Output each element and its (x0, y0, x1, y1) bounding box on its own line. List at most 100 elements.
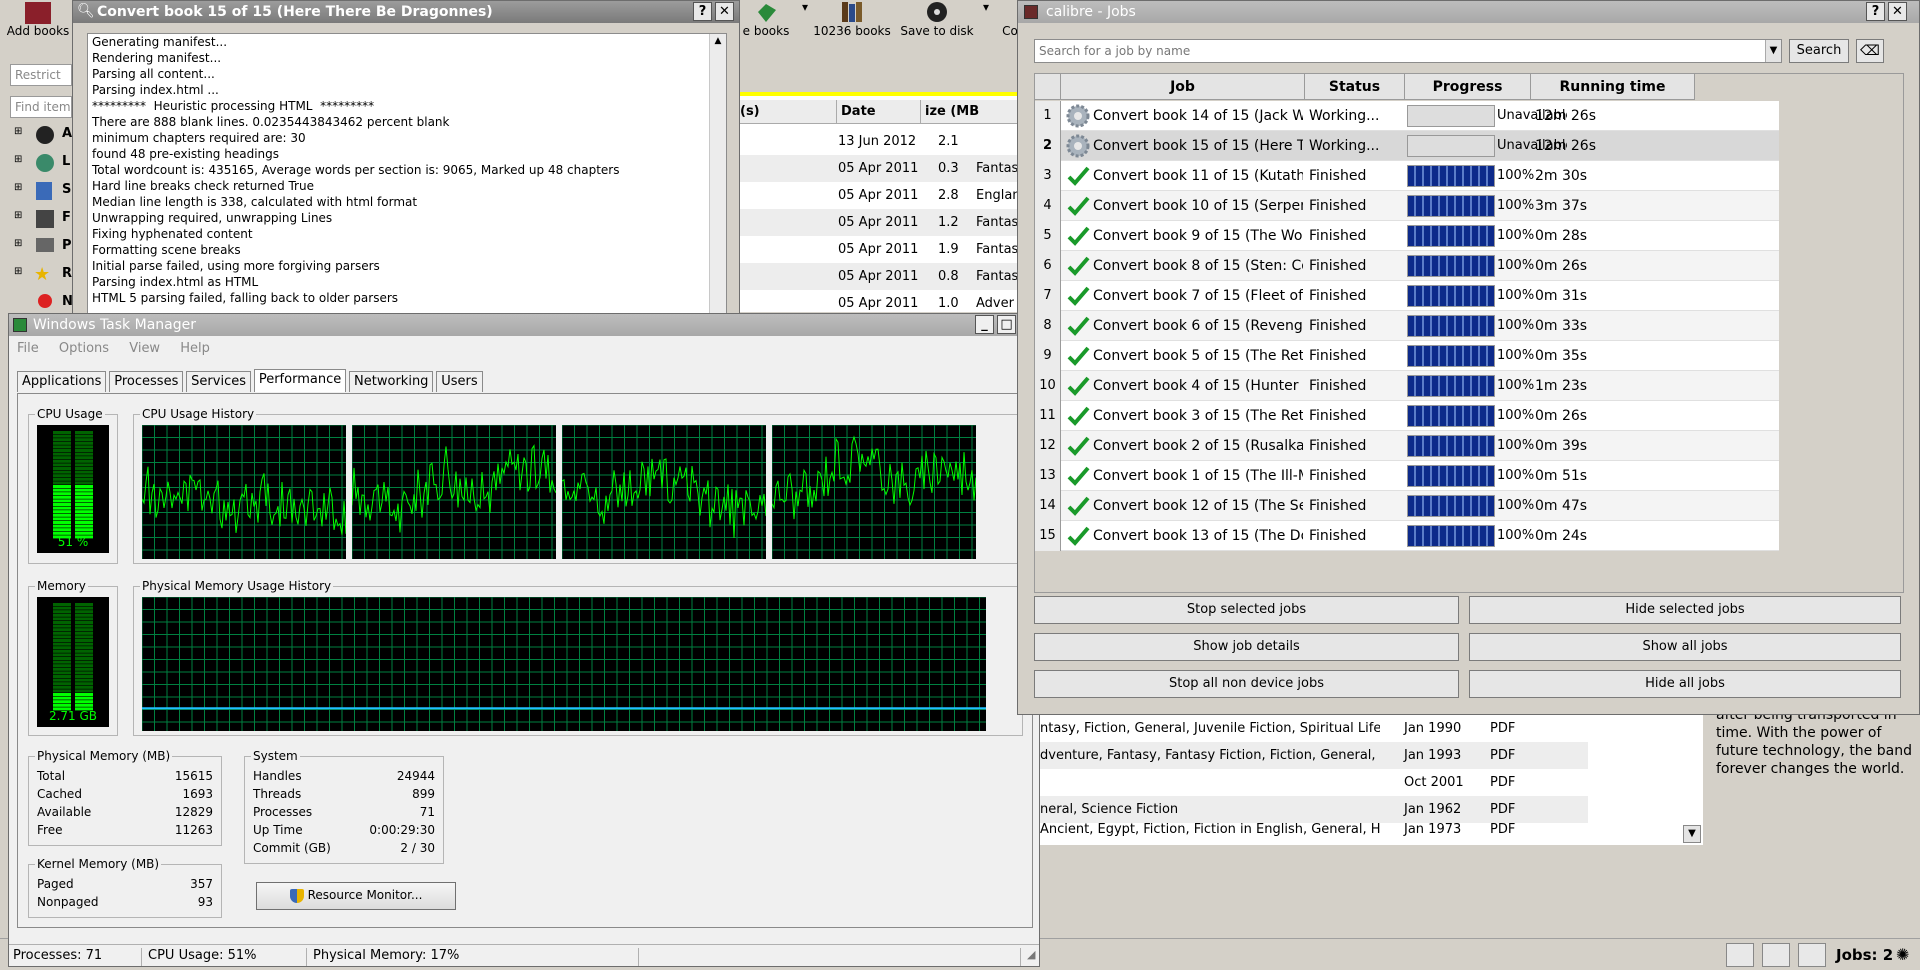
row-number[interactable]: 14 (1035, 491, 1061, 521)
row-number[interactable]: 5 (1035, 221, 1061, 251)
row-number[interactable]: 8 (1035, 311, 1061, 341)
book-details-icon[interactable] (1798, 943, 1826, 967)
tree-item-label[interactable]: F (62, 210, 71, 225)
tree-item-label[interactable]: R (62, 266, 72, 281)
view-books-button[interactable]: e books (740, 0, 792, 38)
show-job-details-button[interactable]: Show job details (1034, 633, 1459, 661)
table-row[interactable]: 05 Apr 2011 2.8 Englan (740, 182, 1021, 209)
tree-item-label[interactable]: S (62, 182, 71, 197)
add-books-button[interactable]: Add books (0, 0, 76, 38)
job-row[interactable]: 13 Convert book 1 of 15 (The Ill-Made Mut… (1035, 461, 1779, 491)
row-number[interactable]: 1 (1035, 101, 1061, 131)
job-row[interactable]: 12 Convert book 2 of 15 (Rusalka) Finished… (1035, 431, 1779, 461)
row-number[interactable]: 13 (1035, 461, 1061, 491)
row-number[interactable]: 2 (1035, 131, 1061, 161)
row-number[interactable]: 12 (1035, 431, 1061, 461)
tag-icon[interactable] (1726, 943, 1754, 967)
log-scrollbar[interactable]: ▲ (709, 34, 726, 318)
job-row[interactable]: 4 Convert book 10 of 15 (Serpent's Reach)… (1035, 191, 1779, 221)
scroll-down-icon[interactable]: ▼ (1683, 825, 1701, 843)
close-button[interactable]: ✕ (1888, 2, 1907, 21)
menu-options[interactable]: Options (51, 338, 117, 356)
row-number[interactable]: 6 (1035, 251, 1061, 281)
close-button[interactable]: ✕ (715, 2, 734, 21)
job-row[interactable]: 9 Convert book 5 of 15 (The Return of t..… (1035, 341, 1779, 371)
tab-networking[interactable]: Networking (349, 371, 434, 392)
tab-performance[interactable]: Performance (253, 369, 347, 392)
tree-expander-icon[interactable]: ⊞ (14, 126, 22, 137)
job-row[interactable]: 7 Convert book 7 of 15 (Fleet of the Dam.… (1035, 281, 1779, 311)
table-row[interactable]: Ancient, Egypt, Fiction, Fiction in Engl… (1040, 823, 1703, 837)
tab-users[interactable]: Users (436, 371, 483, 392)
row-number[interactable]: 7 (1035, 281, 1061, 311)
column-header-job[interactable]: Job (1061, 74, 1305, 100)
job-row[interactable]: 11 Convert book 3 of 15 (The Return of N.… (1035, 401, 1779, 431)
help-button[interactable]: ? (693, 2, 712, 21)
job-row[interactable]: 3 Convert book 11 of 15 (Kutath) Finished 1… (1035, 161, 1779, 191)
row-number[interactable]: 15 (1035, 521, 1061, 551)
table-row[interactable]: ntasy, Fiction, General, Juvenile Fictio… (1040, 715, 1703, 742)
log-output[interactable]: Generating manifest... Rendering manifest… (87, 33, 727, 319)
hide-all-jobs-button[interactable]: Hide all jobs (1469, 670, 1901, 698)
task-manager-titlebar[interactable]: Windows Task Manager (9, 314, 1039, 336)
maximize-button[interactable]: □ (997, 315, 1016, 334)
hide-selected-jobs-button[interactable]: Hide selected jobs (1469, 596, 1901, 624)
stop-non-device-jobs-button[interactable]: Stop all non device jobs (1034, 670, 1459, 698)
scroll-up-icon[interactable]: ▲ (712, 36, 724, 48)
tab-applications[interactable]: Applications (17, 371, 107, 392)
row-number[interactable]: 3 (1035, 161, 1061, 191)
jobs-count[interactable]: Jobs: 2 (1836, 946, 1893, 964)
tree-expander-icon[interactable]: ⊞ (14, 210, 22, 221)
save-dropdown-icon[interactable]: ▾ (978, 0, 994, 14)
table-row[interactable]: Oct 2001 PDF (1040, 769, 1703, 796)
layout-icon[interactable] (1762, 943, 1790, 967)
job-search-input[interactable]: Search for a job by name ▼ (1034, 39, 1782, 63)
tree-expander-icon[interactable]: ⊞ (14, 238, 22, 249)
tree-item-label[interactable]: L (62, 154, 70, 169)
tree-expander-icon[interactable]: ⊞ (14, 154, 22, 165)
row-number[interactable]: 10 (1035, 371, 1061, 401)
tree-item-label[interactable]: P (62, 238, 72, 253)
row-number[interactable]: 4 (1035, 191, 1061, 221)
job-row[interactable]: 1 Convert book 14 of 15 (Jack Wakes Up) Wo… (1035, 101, 1779, 131)
restrict-to-field[interactable]: Restrict to (10, 64, 72, 86)
column-header-size[interactable]: ize (MB (920, 100, 979, 124)
tab-processes[interactable]: Processes (109, 371, 184, 392)
save-to-disk-button[interactable]: Save to disk (898, 0, 976, 38)
job-row[interactable]: 15 Convert book 13 of 15 (The Dog From ..… (1035, 521, 1779, 551)
job-row[interactable]: 8 Convert book 6 of 15 (Revenge of the ..… (1035, 311, 1779, 341)
column-header[interactable]: (s) (740, 100, 760, 124)
library-button[interactable]: 10236 books (812, 0, 892, 38)
column-header-running-time[interactable]: Running time (1531, 74, 1695, 100)
table-row[interactable]: neral, Science Fiction Jan 1962 PDF (1040, 796, 1588, 823)
row-number[interactable]: 11 (1035, 401, 1061, 431)
menu-help[interactable]: Help (172, 338, 218, 356)
job-row[interactable]: 2 Convert book 15 of 15 (Here There Be ..… (1035, 131, 1779, 161)
search-button[interactable]: Search (1789, 39, 1849, 63)
stop-selected-jobs-button[interactable]: Stop selected jobs (1034, 596, 1459, 624)
jobs-window-titlebar[interactable]: calibre - Jobs (1018, 1, 1919, 23)
minimize-button[interactable]: _ (975, 315, 994, 334)
table-row[interactable]: 05 Apr 2011 0.3 Fantas (740, 155, 1018, 182)
tree-expander-icon[interactable]: ⊞ (14, 266, 22, 277)
row-number[interactable]: 9 (1035, 341, 1061, 371)
job-row[interactable]: 5 Convert book 9 of 15 (The Wolf Worlds) F… (1035, 221, 1779, 251)
menu-view[interactable]: View (121, 338, 168, 356)
resize-grip-icon[interactable]: ◢ (1023, 948, 1039, 966)
table-row[interactable]: 05 Apr 2011 0.8 Fantas (740, 263, 1018, 290)
tree-item-label[interactable]: A (62, 126, 72, 141)
table-row[interactable]: 05 Apr 2011 1.2 Fantas (740, 209, 1018, 236)
tab-services[interactable]: Services (186, 371, 251, 392)
table-row[interactable]: dventure, Fantasy, Fantasy Fiction, Fict… (1040, 742, 1588, 769)
tree-expander-icon[interactable]: ⊞ (14, 182, 22, 193)
job-row[interactable]: 14 Convert book 12 of 15 (The Seer King) F… (1035, 491, 1779, 521)
search-history-dropdown-icon[interactable]: ▼ (1765, 40, 1781, 62)
column-header-date[interactable]: Date (836, 100, 914, 124)
job-row[interactable]: 10 Convert book 4 of 15 (Hunter of Worlds… (1035, 371, 1779, 401)
column-header-status[interactable]: Status (1305, 74, 1405, 100)
help-button[interactable]: ? (1866, 2, 1885, 21)
table-row[interactable]: 13 Jun 2012 2.1 (740, 128, 1017, 155)
column-header-progress[interactable]: Progress (1405, 74, 1531, 100)
clear-search-icon[interactable]: ⌫ (1856, 39, 1884, 63)
show-all-jobs-button[interactable]: Show all jobs (1469, 633, 1901, 661)
